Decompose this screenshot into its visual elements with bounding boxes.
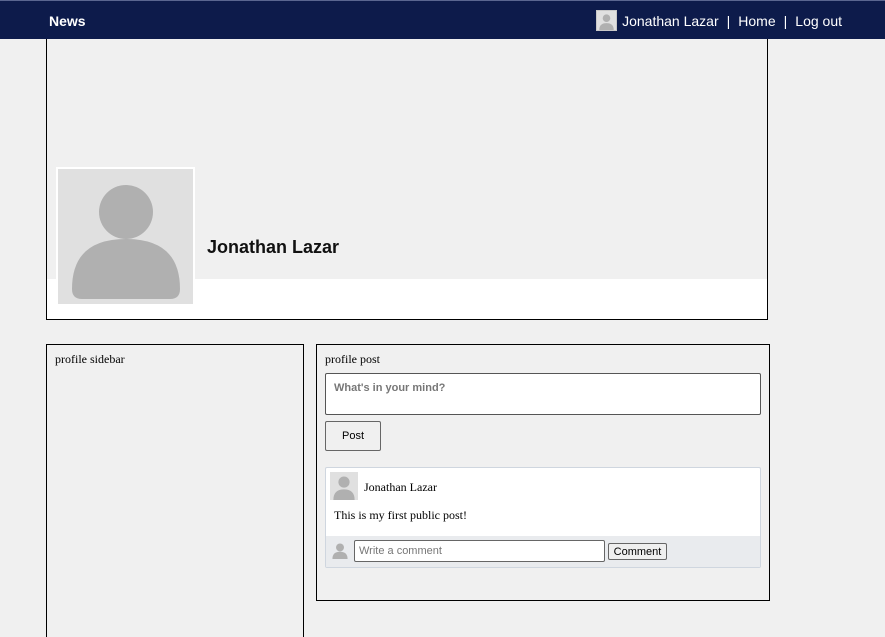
author-avatar-icon[interactable]	[330, 472, 358, 500]
commenter-avatar-icon	[331, 541, 349, 559]
profile-sidebar: profile sidebar	[46, 344, 304, 637]
profile-name: Jonathan Lazar	[207, 237, 340, 257]
nav-separator: |	[726, 12, 731, 29]
sidebar-title: profile sidebar	[55, 352, 125, 366]
nav-user-name-link[interactable]: Jonathan Lazar	[622, 13, 719, 29]
nav-avatar-icon[interactable]	[596, 10, 618, 31]
top-navbar: News Jonathan Lazar | Home | Log out	[0, 0, 885, 39]
post-card: Jonathan Lazar This is my first public p…	[325, 467, 761, 568]
post-author-name[interactable]: Jonathan Lazar	[364, 480, 437, 495]
nav-logout-link[interactable]: Log out	[795, 13, 842, 29]
profile-post-panel: profile post Post Jonathan Lazar This is…	[316, 344, 770, 601]
brand-link[interactable]: News	[49, 13, 86, 29]
profile-picture[interactable]	[56, 167, 195, 306]
nav-separator: |	[783, 12, 788, 29]
nav-user-menu: Jonathan Lazar | Home | Log out	[596, 10, 842, 31]
profile-header: Jonathan Lazar	[46, 39, 768, 320]
post-button[interactable]: Post	[325, 421, 381, 451]
comment-input[interactable]	[354, 540, 605, 562]
nav-home-link[interactable]: Home	[738, 13, 775, 29]
post-panel-title: profile post	[325, 352, 380, 366]
post-composer-input[interactable]	[325, 373, 761, 415]
comment-bar: Comment	[326, 536, 760, 567]
comment-button[interactable]: Comment	[608, 543, 667, 560]
post-body-text: This is my first public post!	[334, 508, 467, 522]
user-silhouette-icon	[58, 169, 193, 304]
